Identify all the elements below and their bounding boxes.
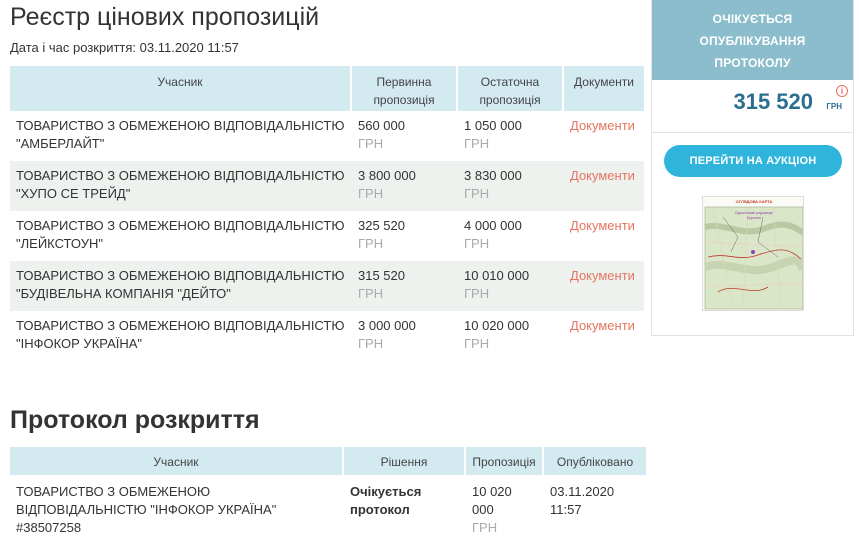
initial-amount: 325 520	[358, 218, 405, 233]
final-amount: 4 000 000	[464, 218, 522, 233]
currency-label: ГРН	[464, 286, 490, 301]
documents-cell: Документи	[564, 161, 644, 211]
header-participant: Учасник	[10, 447, 344, 475]
documents-link[interactable]: Документи	[570, 268, 635, 283]
final-amount: 3 830 000	[464, 168, 522, 183]
sidebar: ОЧІКУЄТЬСЯ ОПУБЛІКУВАННЯ ПРОТОКОЛУ 315 5…	[651, 0, 854, 336]
status-line-3: ПРОТОКОЛУ	[714, 56, 791, 70]
final-offer: 4 000 000 ГРН	[458, 211, 564, 261]
info-icon[interactable]: i	[836, 85, 848, 97]
initial-amount: 3 800 000	[358, 168, 416, 183]
price-amount: 315 520	[733, 89, 813, 114]
table-row: ТОВАРИСТВО З ОБМЕЖЕНОЮ ВІДПОВІДАЛЬНІСТЮ …	[10, 111, 644, 161]
map-caption-3: Бурштин	[747, 216, 761, 220]
initial-offer: 315 520 ГРН	[352, 261, 458, 311]
header-published: Опубліковано	[544, 447, 646, 475]
offer-line-1: 10 020	[472, 484, 512, 499]
table-row: ТОВАРИСТВО З ОБМЕЖЕНОЮ ВІДПОВІДАЛЬНІСТЮ …	[10, 261, 644, 311]
page-title: Реєстр цінових пропозицій	[10, 3, 320, 31]
participant-name: ТОВАРИСТВО З ОБМЕЖЕНОЮ ВІДПОВІДАЛЬНІСТЮ …	[16, 484, 277, 517]
header-decision: Рішення	[344, 447, 466, 475]
currency-label: ГРН	[464, 186, 490, 201]
documents-link[interactable]: Документи	[570, 118, 635, 133]
map-image: ОГЛЯДОВА КАРТА Бурштинове родовище Буршт…	[703, 197, 803, 310]
documents-cell: Документи	[564, 211, 644, 261]
status-banner: ОЧІКУЄТЬСЯ ОПУБЛІКУВАННЯ ПРОТОКОЛУ	[652, 0, 853, 80]
initial-offer: 3 800 000 ГРН	[352, 161, 458, 211]
initial-amount: 315 520	[358, 268, 405, 283]
initial-offer: 560 000 ГРН	[352, 111, 458, 161]
table-row: ТОВАРИСТВО З ОБМЕЖЕНОЮ ВІДПОВІДАЛЬНІСТЮ …	[10, 475, 646, 536]
currency-label: ГРН	[464, 236, 490, 251]
decision-line-1: Очікується	[350, 484, 422, 499]
currency-label: ГРН	[472, 520, 498, 535]
protocol-title: Протокол розкриття	[10, 406, 260, 434]
status-line-1: ОЧІКУЄТЬСЯ	[712, 12, 793, 26]
currency-label: ГРН	[464, 136, 490, 151]
currency-label: ГРН	[464, 336, 490, 351]
currency-label: ГРН	[358, 236, 384, 251]
final-offer: 10 020 000 ГРН	[458, 311, 564, 361]
go-to-auction-button[interactable]: ПЕРЕЙТИ НА АУКЦІОН	[664, 145, 842, 177]
table-row: ТОВАРИСТВО З ОБМЕЖЕНОЮ ВІДПОВІДАЛЬНІСТЮ …	[10, 311, 644, 361]
final-amount: 10 020 000	[464, 318, 530, 333]
protocol-table: Учасник Рішення Пропозиція Опубліковано …	[10, 447, 646, 536]
participant-name: ТОВАРИСТВО З ОБМЕЖЕНОЮ ВІДПОВІДАЛЬНІСТЮ …	[16, 118, 345, 151]
table-row: ТОВАРИСТВО З ОБМЕЖЕНОЮ ВІДПОВІДАЛЬНІСТЮ …	[10, 211, 644, 261]
currency-label: ГРН	[358, 136, 384, 151]
final-offer: 1 050 000 ГРН	[458, 111, 564, 161]
participant-cell: ТОВАРИСТВО З ОБМЕЖЕНОЮ ВІДПОВІДАЛЬНІСТЮ …	[10, 475, 344, 536]
price-box: 315 520 ГРН i	[652, 80, 853, 133]
currency-label: ГРН	[358, 186, 384, 201]
offer-line-2: 000	[472, 502, 494, 517]
final-amount: 1 050 000	[464, 118, 522, 133]
currency-label: ГРН	[358, 336, 384, 351]
currency-label: ГРН	[358, 286, 384, 301]
header-final-offer: Остаточна пропозиція	[458, 66, 564, 111]
participant-name: ТОВАРИСТВО З ОБМЕЖЕНОЮ ВІДПОВІДАЛЬНІСТЮ …	[16, 318, 345, 351]
documents-cell: Документи	[564, 311, 644, 361]
final-offer: 3 830 000 ГРН	[458, 161, 564, 211]
bids-table: Учасник Первинна пропозиція Остаточна пр…	[10, 66, 644, 361]
participant-name: ТОВАРИСТВО З ОБМЕЖЕНОЮ ВІДПОВІДАЛЬНІСТЮ …	[16, 218, 345, 251]
initial-offer: 3 000 000 ГРН	[352, 311, 458, 361]
table-row: ТОВАРИСТВО З ОБМЕЖЕНОЮ ВІДПОВІДАЛЬНІСТЮ …	[10, 161, 644, 211]
documents-cell: Документи	[564, 111, 644, 161]
final-offer: 10 010 000 ГРН	[458, 261, 564, 311]
map-thumbnail[interactable]: ОГЛЯДОВА КАРТА Бурштинове родовище Буршт…	[702, 196, 804, 311]
initial-amount: 3 000 000	[358, 318, 416, 333]
table-header-row: Учасник Рішення Пропозиція Опубліковано	[10, 447, 646, 475]
header-offer: Пропозиція	[466, 447, 544, 475]
final-amount: 10 010 000	[464, 268, 530, 283]
published-cell: 03.11.2020 11:57	[544, 475, 646, 536]
decision-cell: Очікується протокол	[344, 475, 466, 536]
table-header-row: Учасник Первинна пропозиція Остаточна пр…	[10, 66, 644, 111]
documents-link[interactable]: Документи	[570, 168, 635, 183]
header-initial-offer: Первинна пропозиція	[352, 66, 458, 111]
map-caption-1: ОГЛЯДОВА КАРТА	[736, 199, 773, 204]
participant-name: ТОВАРИСТВО З ОБМЕЖЕНОЮ ВІДПОВІДАЛЬНІСТЮ …	[10, 261, 352, 311]
opening-datetime: Дата і час розкриття: 03.11.2020 11:57	[10, 40, 239, 55]
published-date: 03.11.2020	[550, 484, 615, 499]
decision-line-2: протокол	[350, 502, 410, 517]
offer-cell: 10 020 000 ГРН	[466, 475, 544, 536]
status-line-2: ОПУБЛІКУВАННЯ	[699, 34, 806, 48]
documents-link[interactable]: Документи	[570, 318, 635, 333]
header-documents: Документи	[564, 66, 644, 111]
documents-cell: Документи	[564, 261, 644, 311]
participant-name: ТОВАРИСТВО З ОБМЕЖЕНОЮ ВІДПОВІДАЛЬНІСТЮ …	[10, 161, 352, 211]
participant-code: #38507258	[16, 520, 82, 535]
header-participant: Учасник	[10, 66, 352, 111]
map-caption-2: Бурштинове родовище	[735, 211, 772, 215]
price-currency: ГРН	[826, 102, 842, 111]
published-time: 11:57	[550, 502, 582, 517]
initial-amount: 560 000	[358, 118, 405, 133]
initial-offer: 325 520 ГРН	[352, 211, 458, 261]
documents-link[interactable]: Документи	[570, 218, 635, 233]
